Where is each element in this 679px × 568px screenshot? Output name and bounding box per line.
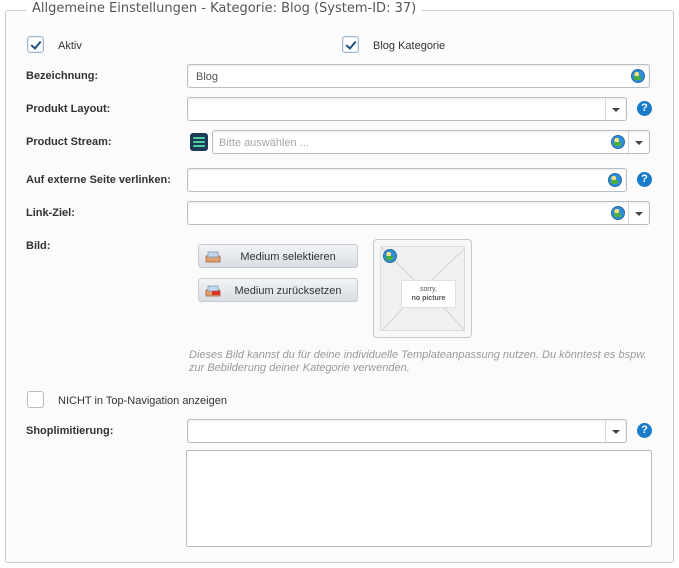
chevron-down-icon[interactable] — [605, 98, 626, 120]
blog-kategorie-checkbox[interactable] — [342, 36, 359, 53]
produkt-layout-select[interactable] — [187, 97, 627, 121]
bild-label: Bild: — [26, 240, 51, 252]
bezeichnung-input[interactable]: Blog — [187, 64, 650, 88]
link-ziel-label: Link-Ziel: — [26, 207, 75, 219]
shoplimitierung-select[interactable] — [187, 419, 627, 443]
bild-hint: Dieses Bild kannst du für deine individu… — [189, 349, 647, 374]
top-navigation-checkbox[interactable] — [27, 391, 44, 408]
product-stream-placeholder: Bitte auswählen ... — [219, 137, 309, 149]
shoplimitierung-label: Shoplimitierung: — [26, 425, 114, 437]
chevron-down-icon[interactable] — [605, 420, 626, 442]
shoplimitierung-list[interactable] — [186, 450, 652, 547]
medium-zuruecksetzen-label: Medium zurücksetzen — [234, 285, 342, 297]
top-navigation-label: NICHT in Top-Navigation anzeigen — [58, 395, 227, 407]
translation-globe-icon[interactable] — [383, 249, 397, 263]
produkt-layout-label: Produkt Layout: — [26, 103, 111, 115]
translation-globe-icon[interactable] — [611, 206, 625, 220]
medium-zuruecksetzen-button[interactable]: Medium zurücksetzen — [198, 278, 358, 302]
externe-seite-help-icon[interactable]: ? — [637, 172, 652, 187]
aktiv-label: Aktiv — [58, 40, 82, 52]
link-ziel-select[interactable] — [187, 201, 650, 225]
no-picture-text: no picture — [411, 295, 446, 302]
translation-globe-icon[interactable] — [631, 69, 645, 83]
shoplimitierung-help-icon[interactable]: ? — [637, 423, 652, 438]
bezeichnung-value: Blog — [196, 71, 219, 83]
image-preview[interactable]: sorry, no picture — [373, 239, 472, 338]
fieldset-legend: Allgemeine Einstellungen - Kategorie: Bl… — [26, 1, 423, 17]
chevron-down-icon[interactable] — [628, 131, 649, 153]
medium-selektieren-button[interactable]: Medium selektieren — [198, 244, 358, 268]
sorry-card: sorry, no picture — [401, 280, 456, 308]
product-stream-label: Product Stream: — [26, 136, 112, 148]
aktiv-checkbox[interactable] — [27, 36, 44, 53]
sorry-text: sorry, — [420, 286, 437, 293]
externe-seite-label: Auf externe Seite verlinken: — [26, 174, 171, 186]
product-stream-icon — [190, 133, 208, 151]
blog-kategorie-label: Blog Kategorie — [373, 40, 446, 52]
product-stream-select[interactable]: Bitte auswählen ... — [212, 130, 650, 154]
medium-selektieren-label: Medium selektieren — [240, 251, 336, 263]
produkt-layout-help-icon[interactable]: ? — [637, 101, 652, 116]
chevron-down-icon[interactable] — [628, 202, 649, 224]
externe-seite-input[interactable] — [187, 168, 627, 192]
bezeichnung-label: Bezeichnung: — [26, 70, 99, 82]
translation-globe-icon[interactable] — [608, 173, 622, 187]
translation-globe-icon[interactable] — [611, 135, 625, 149]
